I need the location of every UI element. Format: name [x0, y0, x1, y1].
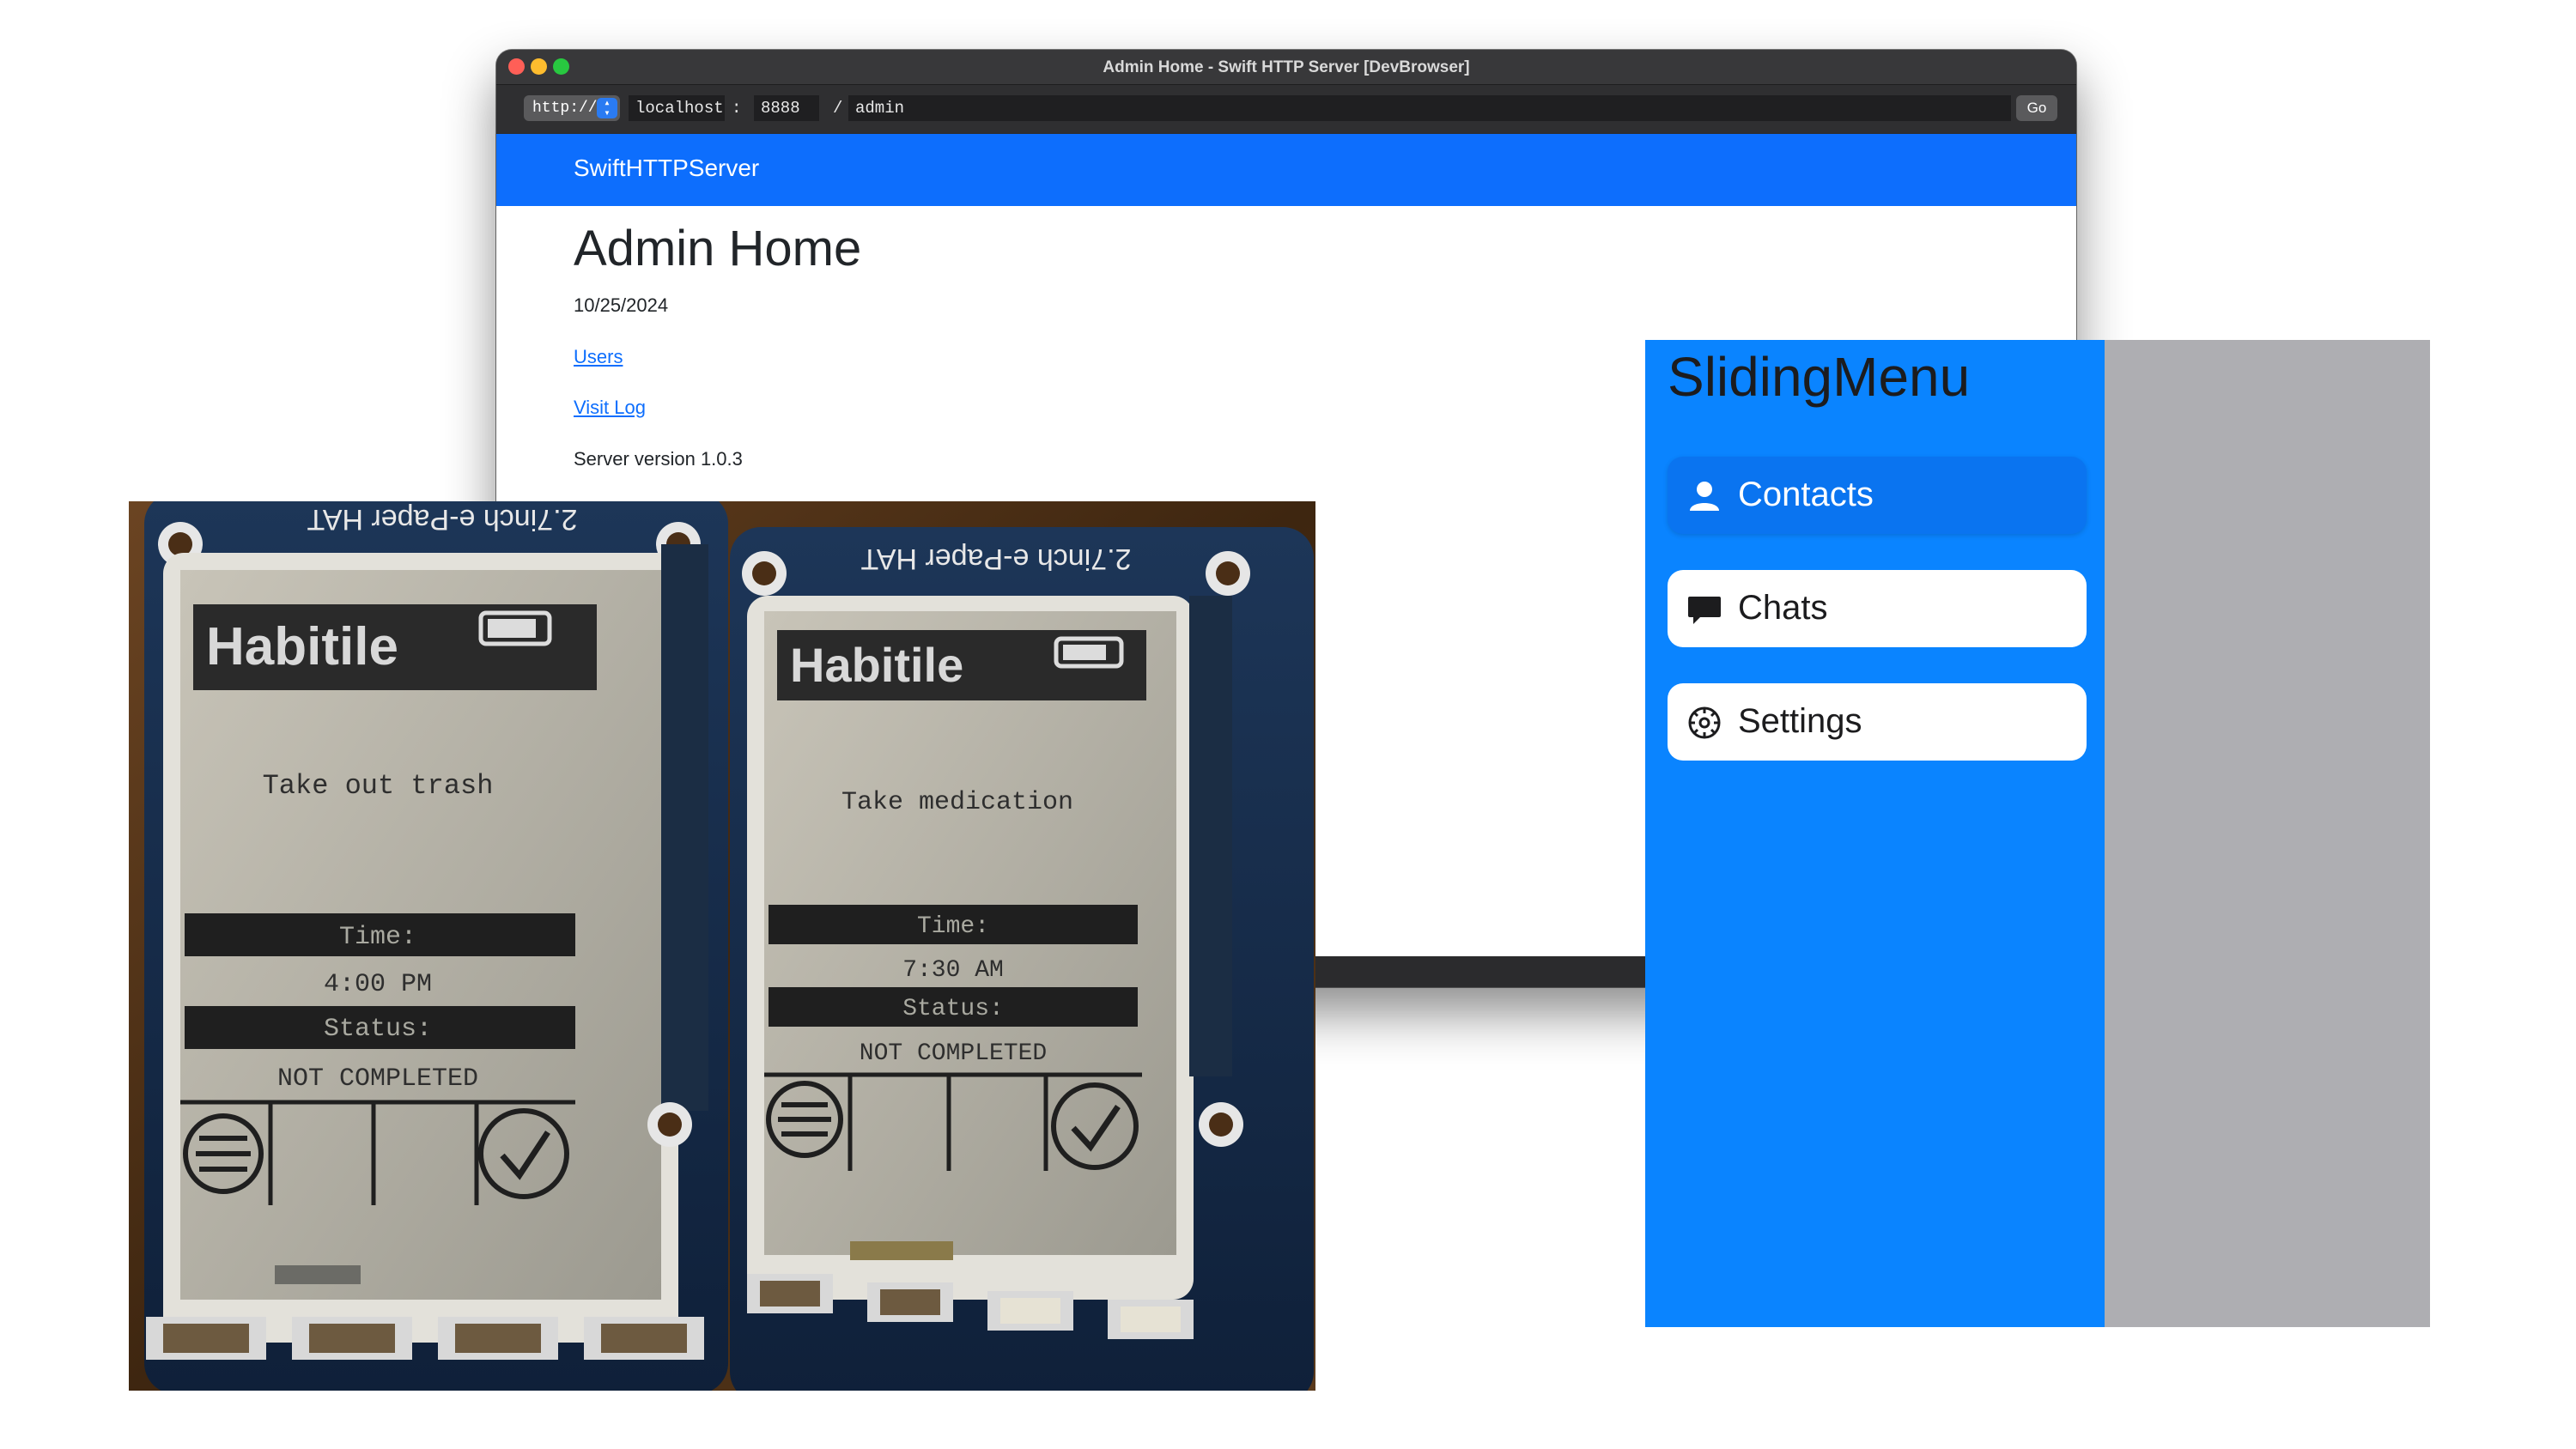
left-app-title: Habitile [206, 617, 398, 676]
window-title: Admin Home - Swift HTTP Server [DevBrows… [1103, 58, 1470, 76]
path-field[interactable]: admin [848, 95, 2011, 121]
page-title: Admin Home [574, 221, 862, 276]
scheme-select[interactable]: http:// ▴ ▾ [524, 95, 620, 121]
left-gpio-header [661, 544, 708, 1111]
right-app-title: Habitile [790, 638, 963, 692]
scheme-value: http:// [532, 100, 598, 117]
board-label: 2.7inch e-Paper HAT [307, 503, 578, 536]
menu-item-label: Settings [1738, 702, 1862, 740]
right-epaper-device: 2.7inch e-Paper HAT Habitile Take medica… [647, 527, 1314, 1391]
menu-item-label: Chats [1738, 589, 1828, 627]
menu-item-contacts[interactable]: Contacts [1668, 457, 2087, 534]
url-bar: http:// ▴ ▾ localhost : 8888 / admin Go [496, 85, 2076, 133]
left-time-value: 4:00 PM [324, 970, 432, 999]
device-photo: 2.7inch e-Paper HAT Habitile Take out tr… [129, 501, 1315, 1391]
right-time-label: Time: [917, 913, 989, 940]
server-version: Server version 1.0.3 [574, 448, 743, 470]
users-link[interactable]: Users [574, 346, 623, 368]
right-time-value: 7:30 AM [902, 957, 1004, 984]
site-navbar: SwiftHTTPServer [496, 134, 2076, 206]
menu-item-label: Contacts [1738, 476, 1874, 513]
chat-bubble-icon [1688, 597, 1721, 624]
title-bar: Admin Home - Swift HTTP Server [DevBrows… [496, 50, 2076, 85]
go-button[interactable]: Go [2016, 95, 2057, 121]
left-status-label: Status: [324, 1015, 432, 1044]
sliding-menu-title: SlidingMenu [1668, 346, 1971, 408]
path-separator: / [833, 99, 843, 118]
page-date: 10/25/2024 [574, 294, 669, 316]
visit-log-link[interactable]: Visit Log [574, 397, 646, 419]
menu-item-chats[interactable]: Chats [1668, 570, 2087, 647]
left-time-label: Time: [339, 923, 416, 952]
left-status-value: NOT COMPLETED [277, 1064, 478, 1094]
port-field[interactable]: 8888 [754, 95, 819, 121]
gear-icon [1688, 706, 1721, 739]
board-label: 2.7inch e-Paper HAT [861, 543, 1132, 575]
device-photo-illustration: 2.7inch e-Paper HAT Habitile Take out tr… [129, 501, 1315, 1391]
port-separator: : [732, 99, 742, 118]
right-status-label: Status: [902, 996, 1004, 1022]
dimmed-content-area[interactable] [2105, 340, 2430, 1327]
sliding-menu-panel: SlidingMenu Contacts Chats Settings [1645, 340, 2105, 1327]
right-status-value: NOT COMPLETED [860, 1040, 1047, 1067]
left-epaper-device: 2.7inch e-Paper HAT Habitile Take out tr… [144, 501, 728, 1391]
menu-item-settings[interactable]: Settings [1668, 683, 2087, 761]
left-task-text: Take out trash [263, 770, 494, 802]
right-task-text: Take medication [841, 788, 1073, 817]
right-gpio-header [1189, 596, 1232, 1076]
site-brand[interactable]: SwiftHTTPServer [574, 155, 759, 182]
host-field[interactable]: localhost [629, 95, 725, 121]
chevron-updown-icon: ▴ ▾ [597, 98, 617, 118]
sliding-menu-screenshot: SlidingMenu Contacts Chats Settings [1645, 340, 2430, 1327]
person-icon [1690, 482, 1719, 511]
